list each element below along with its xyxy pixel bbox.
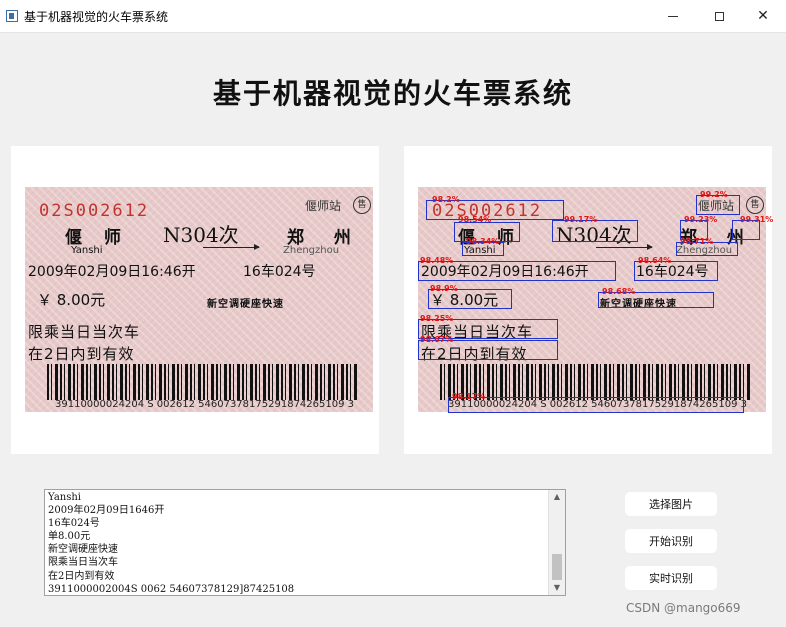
arrow-icon bbox=[596, 244, 653, 250]
scroll-down-icon[interactable]: ▼ bbox=[549, 581, 565, 595]
detection-box bbox=[448, 397, 744, 413]
title-bar: 基于机器视觉的火车票系统 ✕ bbox=[0, 0, 786, 33]
app-icon bbox=[6, 10, 18, 22]
confidence-label: 98.34% bbox=[466, 237, 500, 246]
confidence-label: 98.64% bbox=[638, 256, 672, 265]
seat-type: 新空调硬座快速 bbox=[207, 299, 284, 310]
ticket-image-original: 02S002612 偃师站 售 偃 师 N304次 郑 州 Yanshi Zhe… bbox=[25, 187, 373, 412]
to-station-en: Zhengzhou bbox=[283, 245, 340, 256]
barcode-number: 39110000024204 S 002612 5460737817529187… bbox=[55, 399, 355, 410]
confidence-label: 99.2% bbox=[700, 190, 728, 199]
result-line: 3911000002004S 0062 54607378129]87425108 bbox=[48, 583, 295, 595]
departure-datetime: 2009年02月09日16:46开 bbox=[28, 264, 196, 280]
arrow-icon bbox=[203, 244, 260, 250]
ride-limit: 限乘当日当次车 bbox=[28, 323, 141, 341]
vertical-scrollbar[interactable]: ▲ ▼ bbox=[548, 490, 565, 595]
page-title: 基于机器视觉的火车票系统 bbox=[212, 77, 573, 110]
ticket-image-annotated: 02S002612 偃师站 售 偃 师 N304次 郑 州 Yanshi Zhe… bbox=[418, 187, 773, 413]
minimize-icon bbox=[668, 15, 678, 17]
ticket-code: 02S002612 bbox=[39, 201, 150, 221]
result-line: 16车024号 bbox=[48, 518, 100, 530]
confidence-label: 98.67% bbox=[420, 335, 454, 344]
confidence-label: 98.2% bbox=[432, 195, 460, 204]
result-line: 单8.00元 bbox=[48, 531, 91, 543]
result-line: 在2日内到有效 bbox=[48, 570, 115, 582]
recognition-result-textbox[interactable]: Yanshi 2009年02月09日1646开 16车024号 单8.00元 新… bbox=[44, 489, 566, 596]
ticket-office: 偃师站 bbox=[305, 199, 342, 213]
train-number: N304次 bbox=[163, 223, 239, 247]
confidence-label: 98.68% bbox=[602, 287, 636, 296]
barcode bbox=[47, 364, 359, 400]
window-title: 基于机器视觉的火车票系统 bbox=[24, 10, 169, 24]
start-recognition-button[interactable]: 开始识别 bbox=[625, 529, 717, 553]
select-image-button[interactable]: 选择图片 bbox=[625, 492, 717, 516]
watermark: CSDN @mango669 bbox=[626, 601, 741, 615]
confidence-label: 99.23% bbox=[684, 215, 718, 224]
confidence-label: 99.31% bbox=[740, 215, 774, 224]
confidence-label: 98.17% bbox=[452, 392, 486, 401]
from-station-en: Yanshi bbox=[71, 245, 103, 256]
confidence-label: 99.17% bbox=[564, 215, 598, 224]
maximize-icon bbox=[714, 11, 724, 21]
scroll-up-icon[interactable]: ▲ bbox=[549, 490, 565, 504]
result-line: 2009年02月09日1646开 bbox=[48, 505, 165, 517]
seal-icon: 售 bbox=[746, 196, 764, 214]
live-recognition-button[interactable]: 实时识别 bbox=[625, 566, 717, 590]
scrollbar-thumb[interactable] bbox=[552, 554, 562, 580]
barcode bbox=[440, 364, 752, 400]
close-icon: ✕ bbox=[757, 8, 769, 24]
original-image-panel: 02S002612 偃师站 售 偃 师 N304次 郑 州 Yanshi Zhe… bbox=[11, 146, 379, 454]
confidence-label: 98.54% bbox=[458, 215, 492, 224]
close-button[interactable]: ✕ bbox=[740, 0, 786, 32]
validity: 在2日内到有效 bbox=[28, 345, 135, 363]
result-lines: Yanshi 2009年02月09日1646开 16车024号 单8.00元 新… bbox=[48, 491, 295, 595]
result-line: 新空调硬座快速 bbox=[48, 544, 118, 556]
confidence-label: 98.9% bbox=[430, 284, 458, 293]
seal-icon: 售 bbox=[353, 196, 371, 214]
minimize-button[interactable] bbox=[650, 0, 696, 32]
app-window: 基于机器视觉的火车票系统 ✕ 基于机器视觉的火车票系统 02S002612 偃师… bbox=[0, 0, 786, 627]
confidence-label: 98.48% bbox=[420, 256, 454, 265]
result-image-panel: 02S002612 偃师站 售 偃 师 N304次 郑 州 Yanshi Zhe… bbox=[404, 146, 773, 454]
ticket-price: ￥ 8.00元 bbox=[37, 291, 106, 309]
confidence-label: 98.25% bbox=[420, 314, 454, 323]
confidence-label: 98.71% bbox=[680, 237, 714, 246]
result-line: Yanshi bbox=[48, 492, 81, 503]
seat-number: 16车024号 bbox=[243, 264, 316, 280]
maximize-button[interactable] bbox=[696, 0, 742, 32]
result-line: 限乘当日当次车 bbox=[48, 557, 118, 569]
